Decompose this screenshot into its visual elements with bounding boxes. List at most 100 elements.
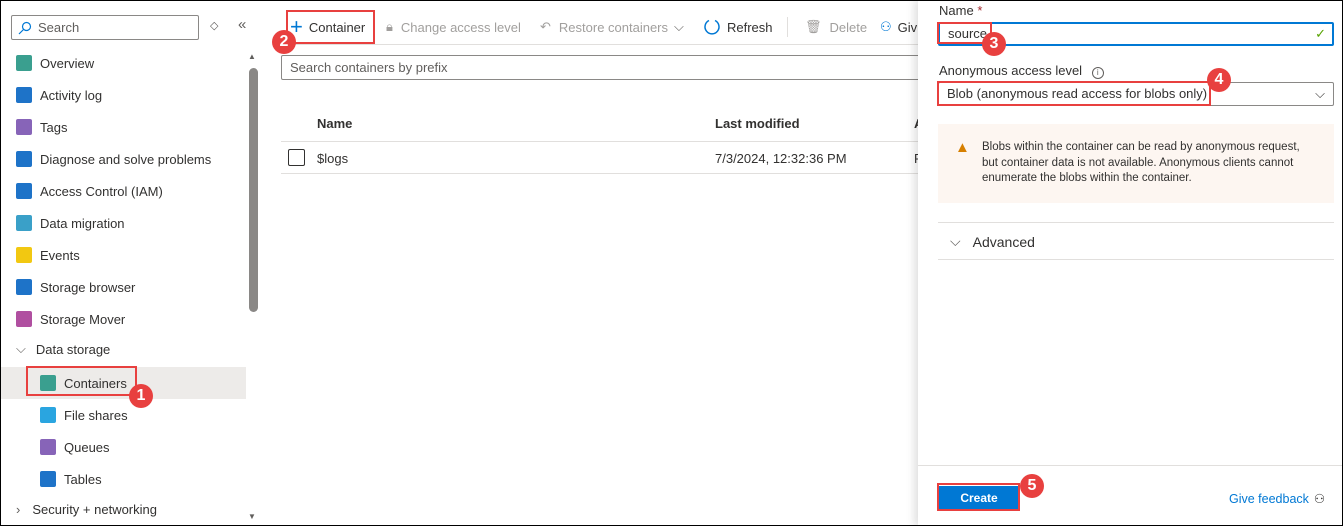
sidebar-item-label: Storage Mover <box>40 311 126 327</box>
callout-badge-3: 3 <box>982 32 1006 56</box>
advanced-bottom-divider <box>938 259 1334 260</box>
sort-icon[interactable]: ◇ <box>210 19 218 32</box>
chevron-down-icon: ⌵ <box>674 19 684 34</box>
container-prefix-search[interactable]: Search containers by prefix <box>281 55 921 80</box>
sidebar-item-access-control-iam[interactable]: Access Control (IAM) <box>0 175 246 207</box>
warning-icon: ▲ <box>955 139 970 156</box>
scrollbar-thumb[interactable] <box>249 68 258 312</box>
sidebar-item-tags[interactable]: Tags <box>0 111 246 143</box>
refresh-label: Refresh <box>727 19 773 35</box>
sidebar-group-security-networking[interactable]: › Security + networking <box>0 493 246 525</box>
feedback-icon: ⚇ <box>1313 492 1326 506</box>
advanced-top-divider <box>938 222 1334 223</box>
sidebar-item-events[interactable]: Events <box>0 239 246 271</box>
change-access-level-button[interactable]: 🔒︎ Change access level <box>386 14 521 40</box>
data-migration-icon <box>16 215 32 231</box>
toolbar-divider <box>787 17 788 37</box>
search-icon <box>18 21 32 34</box>
people-icon <box>16 183 32 199</box>
advanced-label: Advanced <box>972 233 1035 250</box>
sidebar-item-data-migration[interactable]: Data migration <box>0 207 246 239</box>
chevron-down-icon: ⌵ <box>1315 86 1325 101</box>
activity-log-icon <box>16 87 32 103</box>
callout-box-add-container <box>286 10 375 44</box>
change-access-label: Change access level <box>400 19 521 35</box>
name-label: Name * <box>939 3 983 18</box>
sidebar-item-label: Access Control (IAM) <box>40 183 163 199</box>
sidebar-item-label: Storage browser <box>40 279 136 295</box>
column-header-name[interactable]: Name <box>317 116 352 131</box>
chevron-right-icon: › <box>16 501 21 517</box>
feedback-icon: ⚇ <box>880 19 892 34</box>
sidebar-item-storage-mover[interactable]: Storage Mover <box>0 303 246 335</box>
give-feedback-link[interactable]: Give feedback ⚇ <box>1229 491 1326 507</box>
queues-icon <box>40 439 56 455</box>
lightning-icon <box>16 247 32 263</box>
sidebar-group-data-storage[interactable]: ⌵ Data storage <box>0 333 246 365</box>
give-feedback-toolbar-button[interactable]: ⚇ Giv <box>880 14 917 40</box>
scroll-down-icon[interactable]: ▼ <box>248 512 256 521</box>
row-divider <box>281 173 921 174</box>
callout-box-create <box>937 483 1020 511</box>
feedback-label: Giv <box>897 19 918 35</box>
group-label: Security + networking <box>32 501 157 517</box>
callout-badge-5: 5 <box>1020 474 1044 498</box>
container-name[interactable]: $logs <box>317 151 348 166</box>
sidebar-item-label: Tables <box>64 471 102 487</box>
callout-badge-4: 4 <box>1207 68 1231 92</box>
sidebar-item-activity-log[interactable]: Activity log <box>0 79 246 111</box>
restore-containers-button[interactable]: ↶ Restore containers ⌵ <box>540 14 684 40</box>
delete-button[interactable]: 🗑︎ Delete <box>805 14 867 40</box>
callout-badge-1: 1 <box>129 384 153 408</box>
sidebar-item-label: Overview <box>40 55 95 71</box>
column-header-last-modified[interactable]: Last modified <box>715 116 800 131</box>
wrench-icon <box>16 151 32 167</box>
lock-icon: 🔒︎ <box>386 19 393 34</box>
callout-box-containers <box>26 366 137 396</box>
warning-message: ▲ Blobs within the container can be read… <box>938 124 1334 203</box>
row-checkbox[interactable] <box>288 149 305 166</box>
refresh-button[interactable]: Refresh <box>703 14 773 40</box>
access-level-label: Anonymous access level i <box>939 63 1104 79</box>
sidebar-item-queues[interactable]: Queues <box>0 431 246 463</box>
chevron-down-icon: ⌵ <box>16 341 26 356</box>
restore-label: Restore containers <box>558 19 669 35</box>
overview-icon <box>16 55 32 71</box>
sidebar-item-label: Events <box>40 247 80 263</box>
sidebar-item-label: File shares <box>64 407 128 423</box>
warning-text: Blobs within the container can be read b… <box>982 141 1300 184</box>
sidebar-item-diagnose-and-solve-problems[interactable]: Diagnose and solve problems <box>0 143 246 175</box>
container-last-modified: 7/3/2024, 12:32:36 PM <box>715 151 847 166</box>
callout-box-access-level <box>937 81 1211 106</box>
sidebar-item-tables[interactable]: Tables <box>0 463 246 495</box>
undo-icon: ↶ <box>540 19 551 34</box>
info-icon[interactable]: i <box>1091 67 1104 79</box>
chevron-down-icon: ⌵ <box>950 233 961 249</box>
tag-icon <box>16 119 32 135</box>
collapse-sidebar-icon[interactable]: « <box>238 16 246 33</box>
sidebar-item-label: Data migration <box>40 215 125 231</box>
check-icon: ✓ <box>1315 26 1326 41</box>
advanced-section-toggle[interactable]: ⌵ Advanced <box>950 233 1035 250</box>
group-label: Data storage <box>35 341 111 357</box>
sidebar-item-label: Activity log <box>40 87 103 103</box>
sidebar-search-input[interactable]: Search <box>11 15 199 40</box>
file-shares-icon <box>40 407 56 423</box>
footer-divider <box>918 465 1343 466</box>
tables-icon <box>40 471 56 487</box>
storage-browser-icon <box>16 279 32 295</box>
toolbar-divider-line <box>281 44 921 45</box>
give-feedback-label: Give feedback <box>1229 491 1309 506</box>
delete-label: Delete <box>829 19 868 35</box>
storage-mover-icon <box>16 311 32 327</box>
header-divider <box>281 141 921 142</box>
sidebar-item-label: Tags <box>40 119 68 135</box>
sidebar-item-overview[interactable]: Overview <box>0 47 246 79</box>
sidebar-item-file-shares[interactable]: File shares <box>0 399 246 431</box>
scroll-up-icon[interactable]: ▲ <box>248 52 256 61</box>
refresh-icon <box>704 19 720 35</box>
sidebar-item-label: Diagnose and solve problems <box>40 151 212 167</box>
sidebar-item-label: Queues <box>64 439 110 455</box>
sidebar-item-storage-browser[interactable]: Storage browser <box>0 271 246 303</box>
trash-icon: 🗑︎ <box>805 19 822 34</box>
